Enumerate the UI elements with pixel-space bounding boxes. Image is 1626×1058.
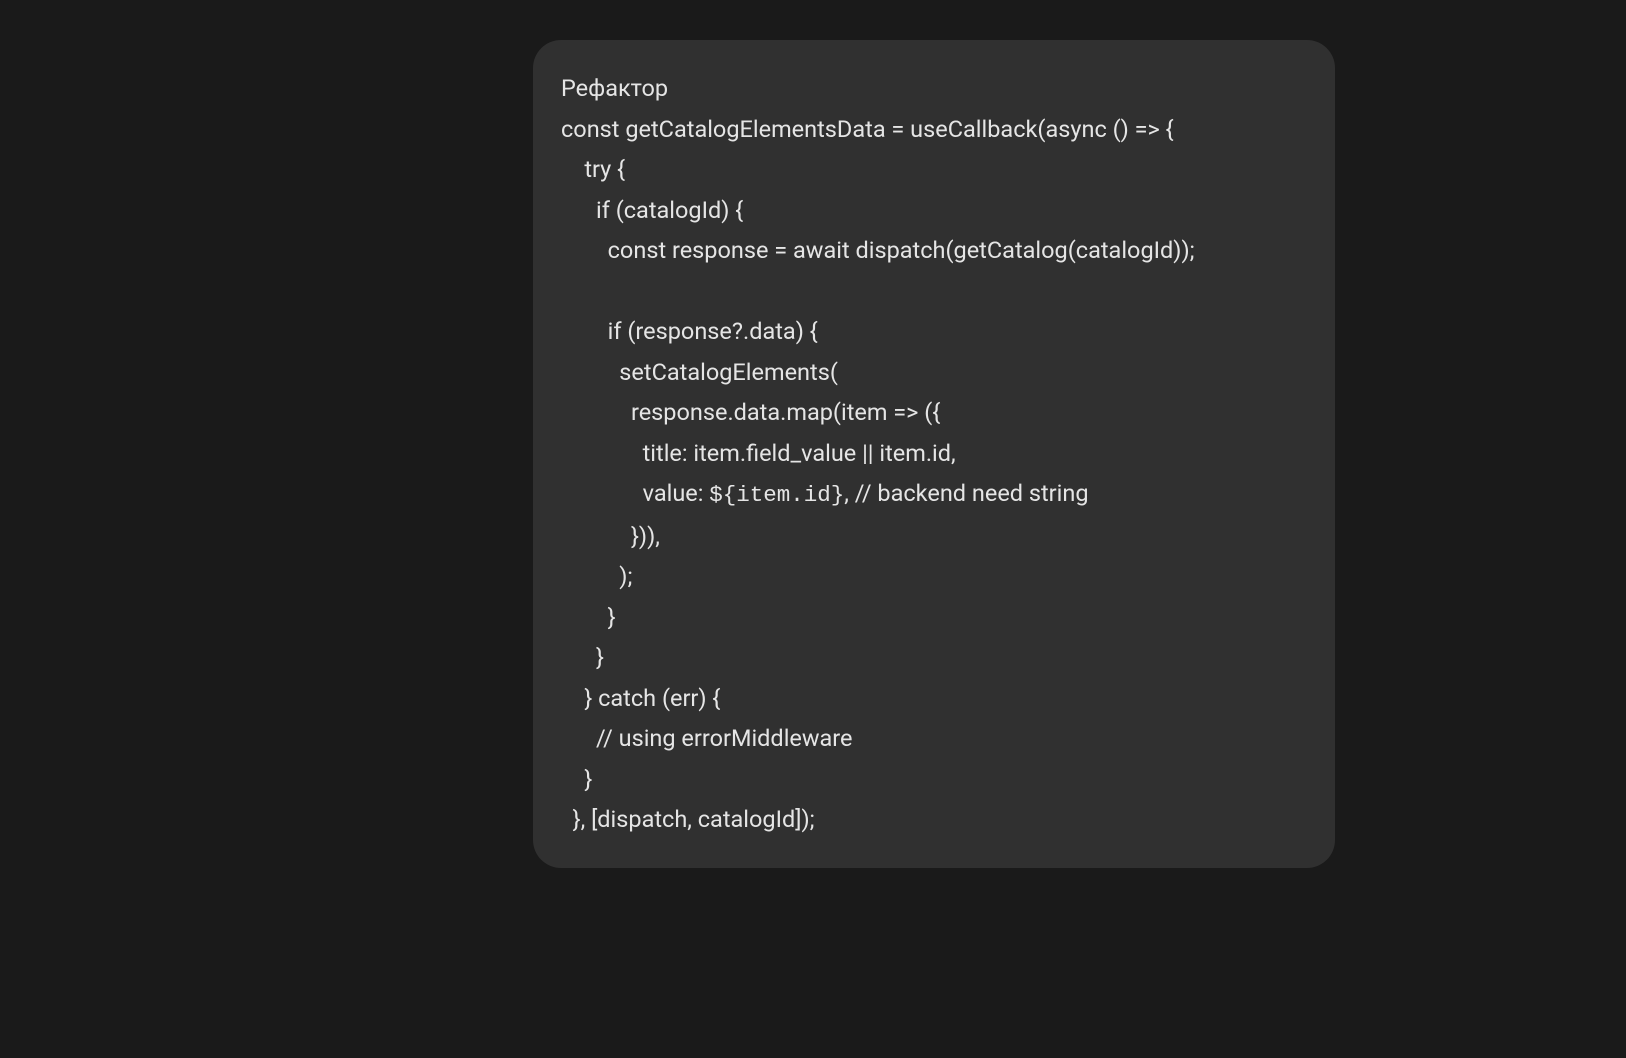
code-line: // using errorMiddleware (561, 724, 853, 752)
code-line: response.data.map(item => ({ (561, 398, 940, 426)
message-title: Рефактор (561, 74, 668, 102)
code-line: if (catalogId) { (561, 196, 743, 224)
message-content: Рефактор const getCatalogElementsData = … (561, 68, 1307, 840)
code-line: } catch (err) { (561, 684, 720, 712)
code-line: const getCatalogElementsData = useCallba… (561, 115, 1174, 143)
code-line: try { (561, 155, 625, 183)
code-line: } (561, 765, 592, 793)
code-line: const response = await dispatch(getCatal… (561, 236, 1195, 264)
code-line: title: item.field_value || item.id, (561, 439, 956, 467)
message-bubble: Рефактор const getCatalogElementsData = … (533, 40, 1335, 868)
code-line: value: ${item.id}, // backend need strin… (561, 479, 1089, 507)
code-line: if (response?.data) { (561, 317, 818, 345)
code-line: })), (561, 522, 660, 550)
code-line: } (561, 603, 616, 631)
template-literal: ${item.id} (709, 482, 844, 508)
code-line: ); (561, 562, 632, 590)
code-line: setCatalogElements( (561, 358, 838, 386)
code-line: }, [dispatch, catalogId]); (561, 805, 815, 833)
code-line: } (561, 643, 604, 671)
